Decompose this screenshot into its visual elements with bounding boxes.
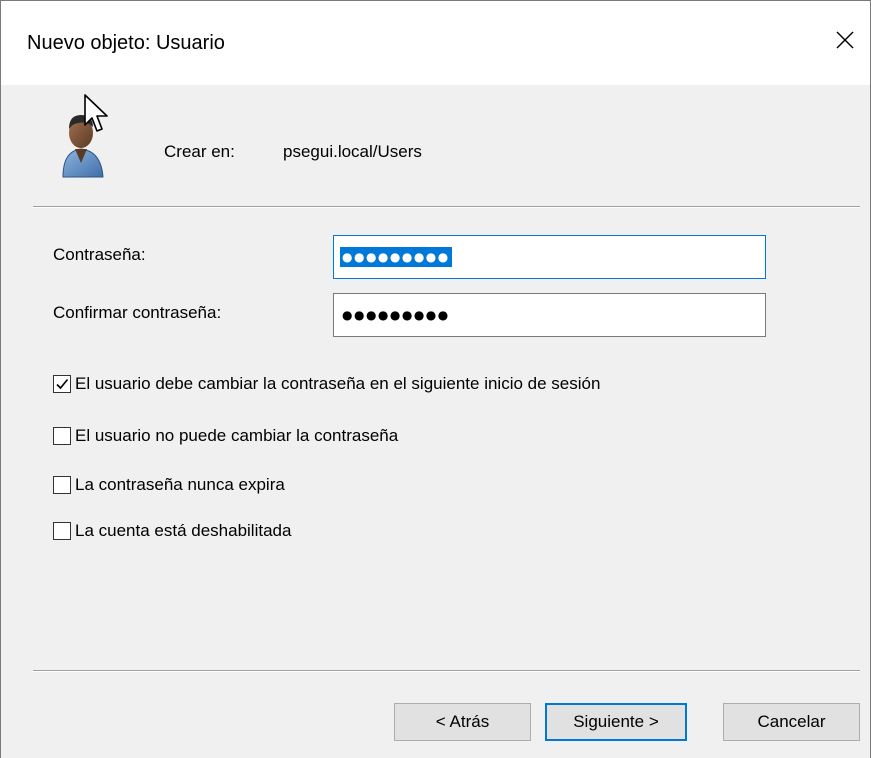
- option-password-never-expires[interactable]: La contraseña nunca expira: [53, 475, 285, 495]
- cancel-button[interactable]: Cancelar: [723, 703, 860, 741]
- password-never-expires-label: La contraseña nunca expira: [75, 475, 285, 494]
- dialog-content: Crear en: psegui.local/Users Contraseña:…: [1, 85, 870, 758]
- checkmark-icon: [56, 378, 69, 390]
- cannot-change-password-checkbox[interactable]: [53, 427, 71, 445]
- create-in-path: psegui.local/Users: [283, 142, 422, 161]
- dialog-window: Nuevo objeto: Usuario Crear en: psegui.l…: [0, 0, 871, 758]
- option-cannot-change-password[interactable]: El usuario no puede cambiar la contraseñ…: [53, 426, 398, 446]
- confirm-password-field[interactable]: ●●●●●●●●●: [333, 293, 766, 337]
- account-disabled-label: La cuenta está deshabilitada: [75, 521, 292, 540]
- must-change-password-checkbox[interactable]: [53, 375, 71, 393]
- confirm-password-label: Confirmar contraseña:: [53, 303, 222, 322]
- dialog-title: Nuevo objeto: Usuario: [27, 32, 225, 54]
- bottom-separator: [33, 670, 860, 672]
- cannot-change-password-label: El usuario no puede cambiar la contraseñ…: [75, 426, 399, 445]
- mouse-cursor-icon: [84, 94, 108, 132]
- option-account-disabled[interactable]: La cuenta está deshabilitada: [53, 521, 291, 541]
- password-never-expires-checkbox[interactable]: [53, 476, 71, 494]
- top-separator: [33, 206, 860, 208]
- password-field[interactable]: ●●●●●●●●●: [333, 235, 766, 279]
- close-button[interactable]: [820, 15, 870, 65]
- must-change-password-label: El usuario debe cambiar la contraseña en…: [75, 374, 601, 393]
- close-icon: [836, 31, 854, 49]
- next-button[interactable]: Siguiente >: [545, 703, 687, 741]
- title-bar[interactable]: Nuevo objeto: Usuario: [1, 1, 870, 85]
- account-disabled-checkbox[interactable]: [53, 522, 71, 540]
- create-in-label: Crear en:: [164, 142, 235, 161]
- password-value: ●●●●●●●●●: [340, 247, 452, 267]
- confirm-password-value: ●●●●●●●●●: [342, 308, 450, 322]
- back-button[interactable]: < Atrás: [394, 703, 531, 741]
- password-label: Contraseña:: [53, 245, 146, 264]
- option-must-change-password[interactable]: El usuario debe cambiar la contraseña en…: [53, 374, 600, 394]
